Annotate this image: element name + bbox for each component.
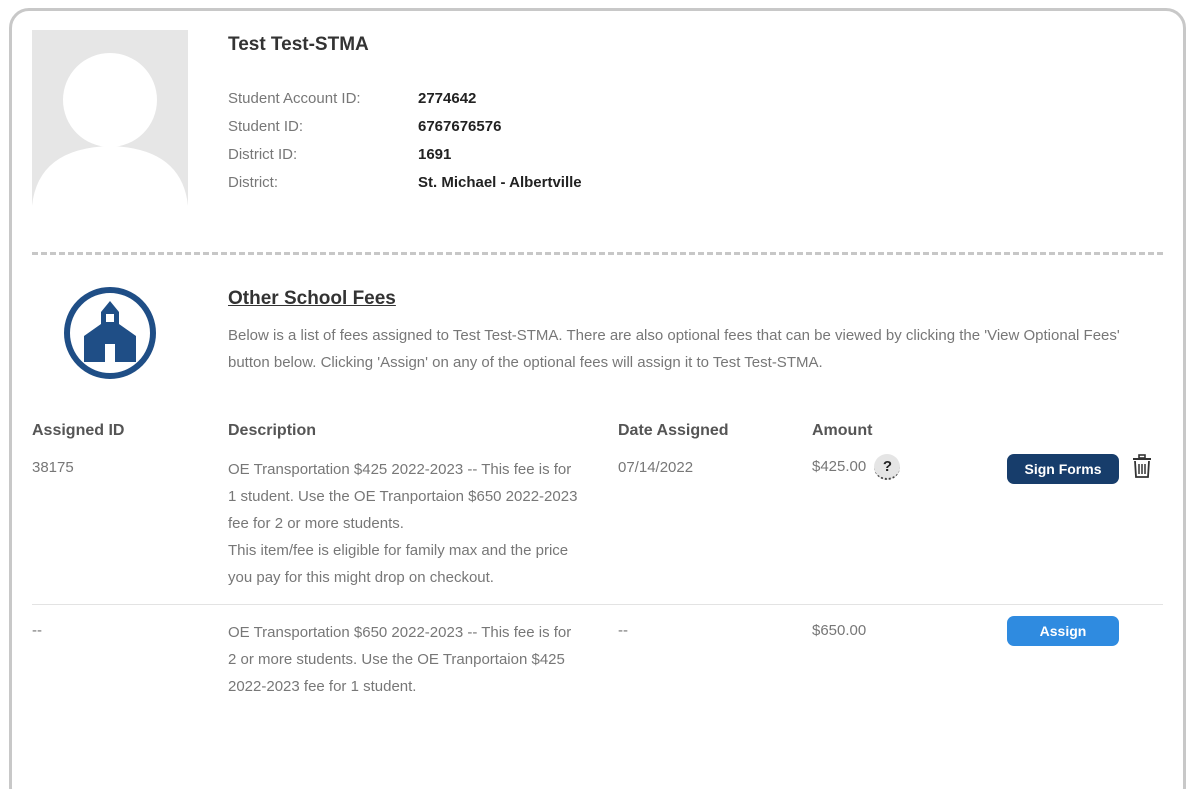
sign-forms-button[interactable]: Sign Forms: [1007, 454, 1119, 484]
info-label: District ID:: [228, 145, 298, 163]
column-header-assigned-id: Assigned ID: [32, 422, 125, 439]
column-header-description: Description: [228, 422, 317, 439]
info-value: 6767676576: [418, 117, 502, 135]
cell-amount: $425.00 ?: [812, 454, 901, 480]
column-header-amount: Amount: [812, 422, 873, 439]
section-title[interactable]: Other School Fees: [228, 288, 396, 310]
assign-button[interactable]: Assign: [1007, 616, 1119, 646]
trash-icon[interactable]: [1131, 454, 1153, 480]
avatar: [32, 30, 188, 216]
info-row-student-id: Student ID: 6767676576: [228, 112, 748, 140]
cell-date-assigned: --: [618, 622, 628, 639]
section-description: Below is a list of fees assigned to Test…: [228, 327, 1120, 371]
info-label: District:: [228, 173, 278, 191]
cell-assigned-id: 38175: [32, 459, 74, 476]
info-label: Student Account ID:: [228, 89, 361, 107]
cell-date-assigned: 07/14/2022: [618, 459, 694, 476]
info-row-district-id: District ID: 1691: [228, 140, 748, 168]
table-row: -- OE Transportation $650 2022-2023 -- T…: [32, 605, 1163, 710]
cell-amount: $650.00: [812, 622, 867, 639]
student-info: Student Account ID: 2774642 Student ID: …: [228, 84, 748, 196]
info-value: 1691: [418, 145, 452, 163]
fee-description: OE Transportation $650 2022-2023 -- This…: [228, 624, 572, 695]
cell-assigned-id: --: [32, 622, 42, 639]
student-name: Test Test-STMA: [228, 34, 369, 55]
info-row-account-id: Student Account ID: 2774642: [228, 84, 748, 112]
user-silhouette-icon: [32, 53, 188, 216]
amount-value: $425.00: [812, 457, 867, 475]
info-row-district: District: St. Michael - Albertville: [228, 168, 748, 196]
info-value: St. Michael - Albertville: [418, 173, 582, 191]
column-header-date-assigned: Date Assigned: [618, 422, 729, 439]
section-divider: [32, 252, 1163, 255]
table-header: Assigned ID Description Date Assigned Am…: [32, 418, 1163, 448]
schoolhouse-icon: [64, 287, 156, 379]
cell-description: OE Transportation $425 2022-2023 -- This…: [228, 456, 578, 591]
info-label: Student ID:: [228, 117, 304, 135]
cell-description: OE Transportation $650 2022-2023 -- This…: [228, 619, 578, 700]
table-row: 38175 OE Transportation $425 2022-2023 -…: [32, 448, 1163, 605]
fees-table: Assigned ID Description Date Assigned Am…: [32, 418, 1163, 710]
fee-description: OE Transportation $425 2022-2023 -- This…: [228, 461, 578, 532]
fee-note: This item/fee is eligible for family max…: [228, 542, 569, 586]
help-icon[interactable]: ?: [874, 454, 901, 480]
info-value: 2774642: [418, 89, 477, 107]
